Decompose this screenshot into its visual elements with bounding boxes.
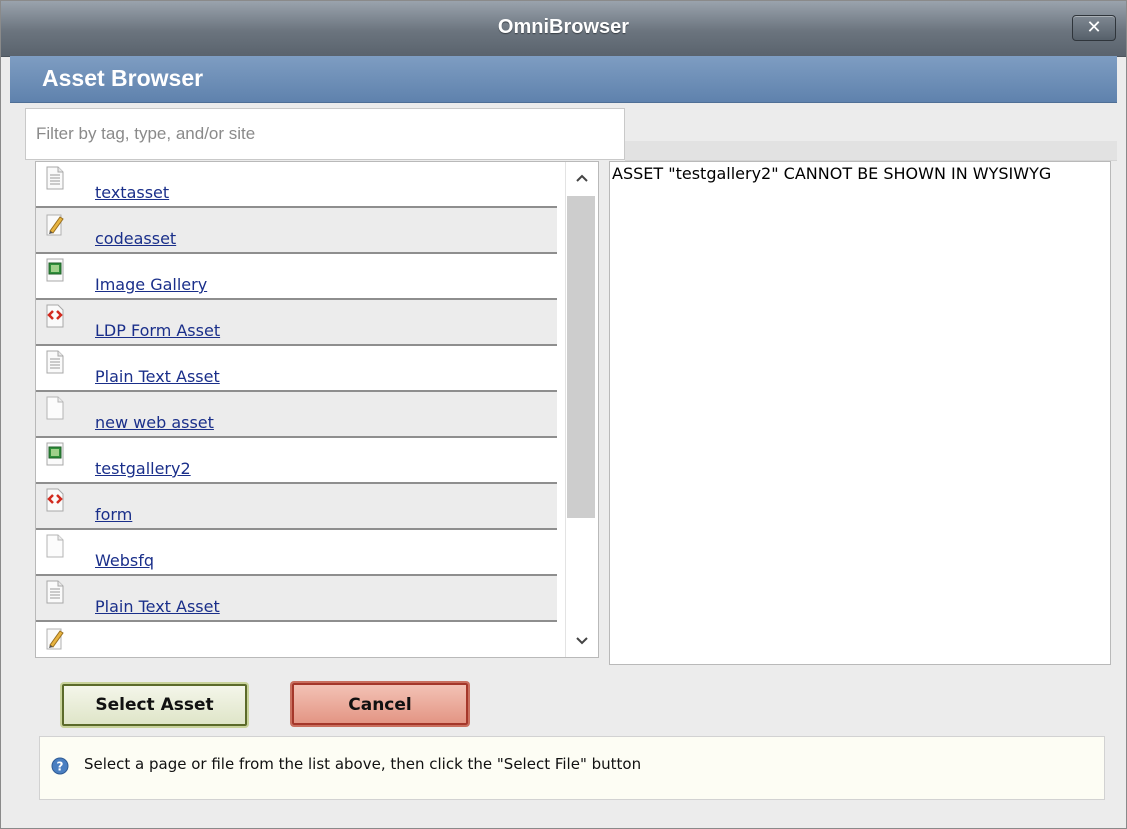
asset-list: textasset codeasset Image Gallery LDP Form … xyxy=(36,162,557,657)
preview-message: ASSET "testgallery2" CANNOT BE SHOWN IN … xyxy=(612,164,1052,183)
asset-row[interactable]: codeasset xyxy=(36,208,557,254)
toolbar-strip xyxy=(625,141,1117,161)
browser-content: textasset codeasset Image Gallery LDP Form … xyxy=(10,103,1117,817)
status-bar: ? Select a page or file from the list ab… xyxy=(39,736,1105,800)
title-bar: OmniBrowser ✕ xyxy=(1,1,1126,57)
text-document-icon xyxy=(46,580,64,604)
asset-link[interactable]: Image Gallery xyxy=(95,275,207,294)
scroll-thumb[interactable] xyxy=(567,196,595,518)
preview-panel: ASSET "testgallery2" CANNOT BE SHOWN IN … xyxy=(609,161,1111,665)
image-icon xyxy=(46,442,64,466)
asset-link[interactable]: form xyxy=(95,505,132,524)
asset-link[interactable]: LDP Form Asset xyxy=(95,321,220,340)
cancel-button[interactable]: Cancel xyxy=(292,683,468,725)
omnibrowser-window: OmniBrowser ✕ Asset Browser textasset cod… xyxy=(0,0,1127,829)
filter-input[interactable] xyxy=(25,108,625,160)
scroll-down-arrow-icon[interactable] xyxy=(566,625,597,657)
asset-browser-header: Asset Browser xyxy=(10,56,1117,103)
asset-link[interactable]: Plain Text Asset xyxy=(95,597,220,616)
asset-link[interactable]: textasset xyxy=(95,183,169,202)
list-scrollbar[interactable] xyxy=(565,162,597,657)
asset-row[interactable]: Plain Text Asset xyxy=(36,346,557,392)
svg-text:?: ? xyxy=(57,760,64,774)
asset-list-panel: textasset codeasset Image Gallery LDP Form … xyxy=(35,161,599,658)
blank-document-icon xyxy=(46,396,64,420)
asset-link[interactable]: codeasset xyxy=(95,229,176,248)
status-message: Select a page or file from the list abov… xyxy=(84,755,642,773)
page-title: Asset Browser xyxy=(42,65,204,91)
asset-link[interactable]: Plain Text Asset xyxy=(95,367,220,386)
asset-row[interactable]: textasset xyxy=(36,162,557,208)
asset-link[interactable]: Websfq xyxy=(95,551,154,570)
asset-row[interactable]: LDP Form Asset xyxy=(36,300,557,346)
form-icon xyxy=(46,304,64,328)
help-icon: ? xyxy=(51,757,69,775)
asset-row[interactable]: Plain Text Asset xyxy=(36,576,557,622)
image-icon xyxy=(46,258,64,282)
asset-row[interactable]: Image Gallery xyxy=(36,254,557,300)
pencil-icon xyxy=(46,626,64,650)
scroll-up-arrow-icon[interactable] xyxy=(566,162,597,194)
asset-row[interactable]: new web asset xyxy=(36,392,557,438)
text-document-icon xyxy=(46,350,64,374)
form-icon xyxy=(46,488,64,512)
asset-row[interactable] xyxy=(36,622,557,657)
asset-row[interactable]: form xyxy=(36,484,557,530)
blank-document-icon xyxy=(46,534,64,558)
asset-link[interactable]: new web asset xyxy=(95,413,214,432)
select-asset-button[interactable]: Select Asset xyxy=(62,684,247,726)
asset-row[interactable]: Websfq xyxy=(36,530,557,576)
asset-row[interactable]: testgallery2 xyxy=(36,438,557,484)
text-document-icon xyxy=(46,166,64,190)
pencil-icon xyxy=(46,212,64,236)
asset-link[interactable]: testgallery2 xyxy=(95,459,191,478)
close-button[interactable]: ✕ xyxy=(1072,15,1116,41)
window-title: OmniBrowser xyxy=(497,16,630,38)
